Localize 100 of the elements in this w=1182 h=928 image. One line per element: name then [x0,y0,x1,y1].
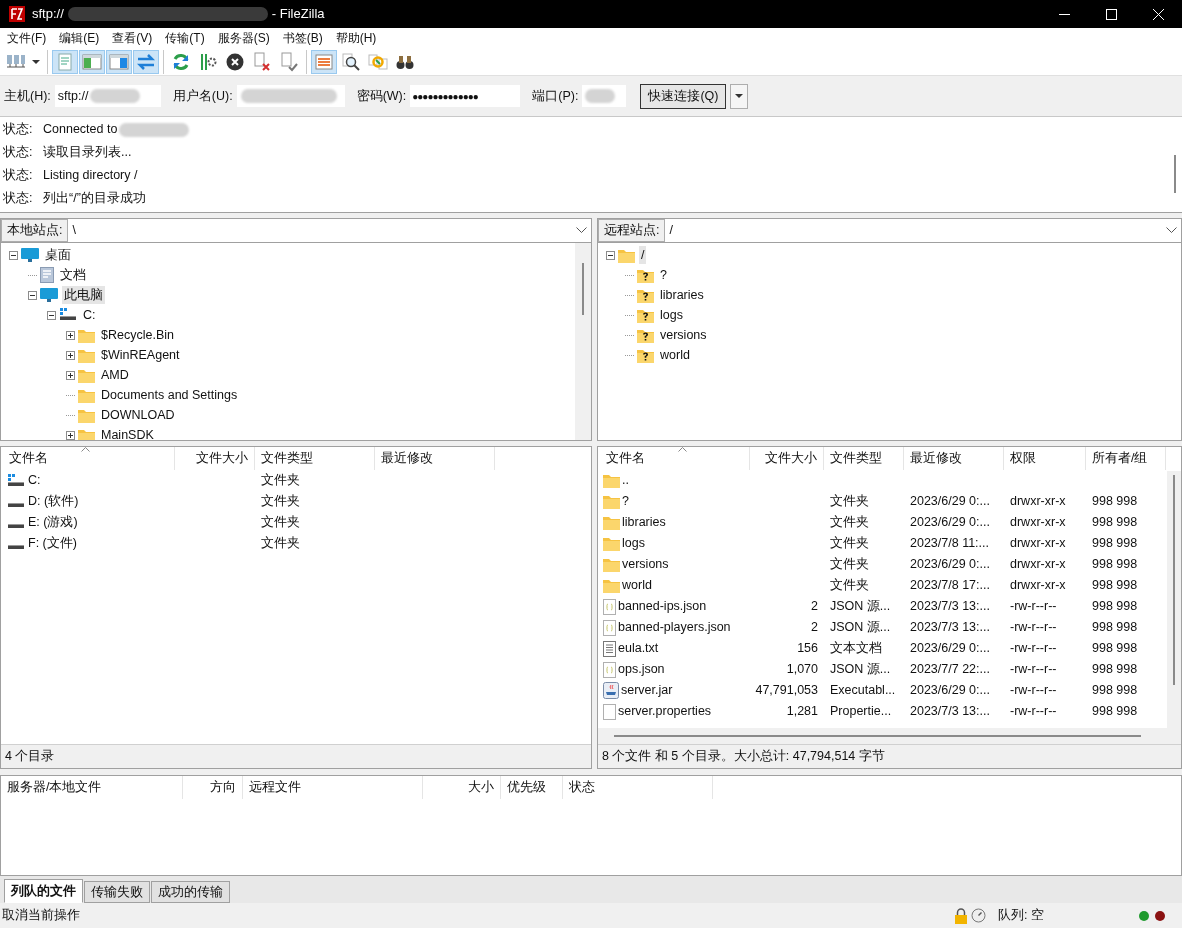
column-header[interactable]: 远程文件 [243,776,423,799]
column-header[interactable]: 文件大小 [750,447,824,470]
table-cell-text: 2023/7/3 13:... [910,619,990,637]
column-header[interactable]: 状态 [563,776,713,799]
tree-item[interactable]: C: [81,305,98,325]
tree-item[interactable]: 桌面 [43,245,73,265]
table-cell-text: 998 998 [1092,598,1138,616]
table-cell-text: -rw-r--r-- [1010,640,1057,658]
menu-item[interactable]: 帮助(H) [330,29,382,47]
table-cell-text: 998 998 [1092,619,1138,637]
window-title: - FileZilla [271,5,325,24]
column-header[interactable]: 文件名 [3,447,175,470]
table-cell-text: drwxr-xr-x [1010,556,1066,574]
file-name[interactable]: banned-ips.json [618,597,707,616]
column-header[interactable]: 服务器/本地文件 [1,776,183,799]
tree-item[interactable]: Documents and Settings [99,385,240,405]
column-header[interactable]: 大小 [423,776,501,799]
file-name[interactable]: C: [28,471,41,490]
table-cell-text: 998 998 [1092,640,1138,658]
tab[interactable]: 成功的传输 [151,881,230,903]
file-name[interactable]: world [622,576,652,595]
tree-item[interactable]: MainSDK [99,425,156,440]
tree-item[interactable]: ? [658,265,669,285]
column-header[interactable]: 文件类型 [824,447,904,470]
table-cell-text: 998 998 [1092,703,1138,721]
column-header[interactable]: 最近修改 [904,447,1004,470]
file-name[interactable]: libraries [622,513,666,532]
tree-item[interactable]: $Recycle.Bin [99,325,176,345]
tab[interactable]: 传输失败 [84,881,150,903]
column-header[interactable]: 文件名 [600,447,750,470]
file-name[interactable]: server.properties [618,702,712,721]
column-header[interactable]: 方向 [183,776,243,799]
table-cell-text: -rw-r--r-- [1010,661,1057,679]
file-name[interactable]: .. [622,471,629,490]
status-text: 4 个目录 [5,748,55,766]
table-cell-text: 156 [797,640,818,658]
table-cell-text: 998 998 [1092,535,1138,553]
table-cell-text: JSON 源... [830,598,891,616]
column-header[interactable]: 文件大小 [175,447,255,470]
tree-item[interactable]: / [639,245,647,265]
table-cell-text: drwxr-xr-x [1010,535,1066,553]
file-name[interactable]: D: (软件) [28,492,79,511]
password-field[interactable]: ●●●●●●●●●●●●● [410,85,521,107]
log-label: 状态: [3,167,34,185]
field-label: 端口(P): [532,87,579,105]
column-header[interactable]: 优先级 [501,776,563,799]
tree-item[interactable]: versions [658,325,709,345]
menu-item[interactable]: 编辑(E) [54,29,105,47]
column-header[interactable]: 文件类型 [255,447,375,470]
log-message: 列出“/”的目录成功 [43,190,146,208]
file-name[interactable]: F: (文件) [28,534,77,553]
table-cell-text: 文件夹 [830,514,869,532]
tree-item[interactable]: DOWNLOAD [99,405,177,425]
menu-item[interactable]: 文件(F) [2,29,52,47]
host-field[interactable]: sftp:// [54,85,161,107]
table-cell-text: drwxr-xr-x [1010,577,1066,595]
menu-item[interactable]: 书签(B) [277,29,328,47]
file-name[interactable]: banned-players.json [618,618,731,637]
column-header[interactable]: 权限 [1004,447,1086,470]
file-name[interactable]: logs [622,534,645,553]
field-label: 用户名(U): [172,87,233,105]
log-message: 读取目录列表... [43,144,132,162]
path-text: \ [72,222,76,240]
file-name[interactable]: ? [622,492,629,511]
table-cell-text: 2 [811,598,818,616]
table-cell-text: 1,070 [786,661,818,679]
table-cell-text: 998 998 [1092,661,1138,679]
table-cell-text: 1,281 [786,703,818,721]
table-cell-text: 2023/7/3 13:... [910,598,990,616]
table-cell-text: 文本文档 [830,640,882,658]
log-message: Connected to [43,121,118,139]
tree-item[interactable]: $WinREAgent [99,345,182,365]
tree-item[interactable]: AMD [99,365,131,385]
field-label: 主机(H): [4,87,51,105]
file-name[interactable]: versions [622,555,669,574]
table-cell-text: 2 [811,619,818,637]
table-cell-text: 2023/7/3 13:... [910,703,990,721]
field-value: ●●●●●●●●●●●●● [412,89,478,104]
tree-item[interactable]: 文档 [58,265,88,285]
file-name[interactable]: E: (游戏) [28,513,78,532]
tree-item[interactable]: world [658,345,692,365]
tree-item[interactable]: logs [658,305,685,325]
tab[interactable]: 列队的文件 [4,879,83,903]
menu-item[interactable]: 查看(V) [107,29,158,47]
file-name[interactable]: ops.json [618,660,665,679]
column-header[interactable]: 所有者/组 [1086,447,1166,470]
table-cell-text: 文件夹 [261,535,300,553]
menu-item[interactable]: 传输(T) [160,29,210,47]
tree-item[interactable]: libraries [658,285,706,305]
menu-item[interactable]: 服务器(S) [212,29,275,47]
path-dropdown[interactable]: \ [68,219,591,242]
table-cell-text: drwxr-xr-x [1010,493,1066,511]
file-name[interactable]: eula.txt [618,639,659,658]
quickconnect-button[interactable]: 快速连接(Q) [640,83,727,109]
table-cell-text: 2023/6/29 0:... [910,682,990,700]
column-header[interactable]: 最近修改 [375,447,495,470]
file-name[interactable]: server.jar [621,681,673,700]
log-label: 状态: [3,144,34,162]
tree-item[interactable]: 此电脑 [62,285,105,305]
path-dropdown[interactable]: / [665,219,1181,242]
